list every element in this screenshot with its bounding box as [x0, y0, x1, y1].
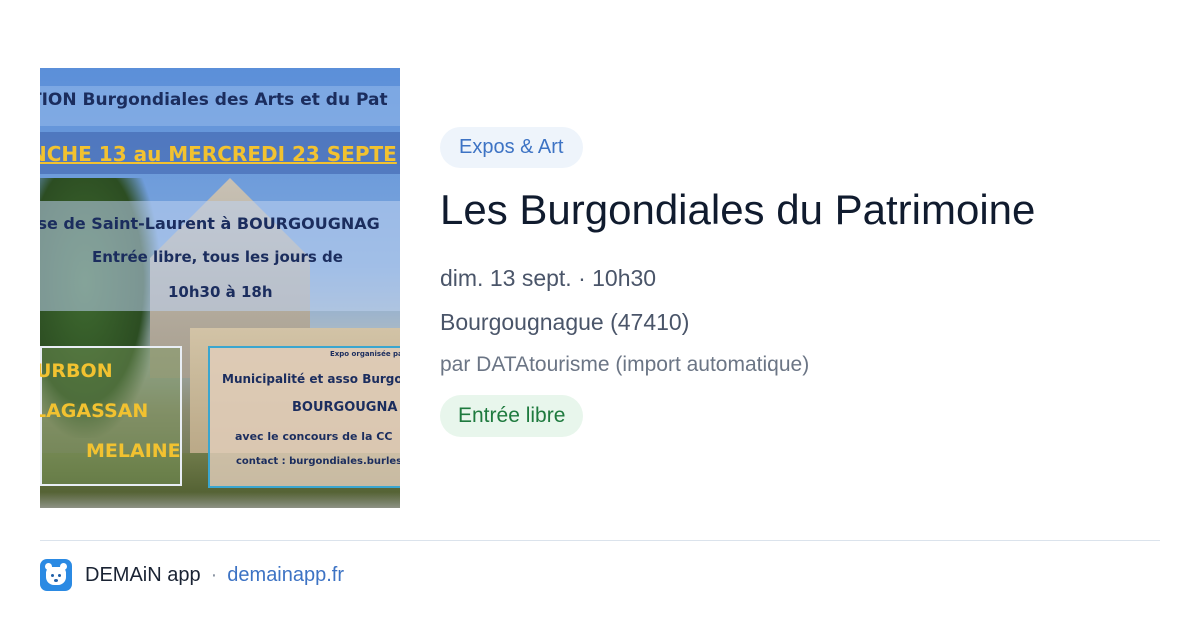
poster-text-support: avec le concours de la CC: [235, 430, 393, 443]
poster-text-title: TION Burgondiales des Arts et du Pat: [40, 90, 388, 110]
poster-text-venue: ise de Saint-Laurent à BOURGOUGNAG: [40, 214, 380, 233]
event-organizer: par DATAtourisme (import automatique): [440, 353, 810, 376]
footer-divider: [40, 540, 1160, 541]
poster-text-artist-2: LAGASSAN: [40, 400, 149, 422]
category-badge[interactable]: Expos & Art: [440, 127, 583, 168]
poster-text-hours: 10h30 à 18h: [168, 283, 273, 301]
event-location: Bourgougnague (47410): [440, 309, 690, 335]
poster-text-contact: contact : burgondiales.burlesq: [236, 456, 400, 467]
poster-text-entry: Entrée libre, tous les jours de: [92, 248, 343, 266]
event-title: Les Burgondiales du Patrimoine: [440, 186, 1036, 233]
poster-text-artist-1: URBON: [40, 360, 113, 382]
app-logo-icon: [40, 559, 72, 591]
poster-text-dates: NCHE 13 au MERCREDI 23 SEPTE: [40, 142, 397, 166]
site-link[interactable]: demainapp.fr: [227, 564, 344, 587]
event-date-time: dim. 13 sept. · 10h30: [440, 265, 657, 291]
image-shadow: [40, 492, 400, 508]
poster-text-artist-3: MELAINE: [86, 440, 181, 462]
poster-text-town: BOURGOUGNA: [292, 400, 398, 415]
poster-text-municipality: Municipalité et asso Burgon: [222, 372, 400, 386]
poster-text-organized-by: Expo organisée par: [330, 350, 400, 358]
footer-separator: ·: [210, 563, 218, 586]
app-name: DEMAiN app: [85, 563, 201, 586]
price-badge: Entrée libre: [440, 395, 584, 437]
event-image[interactable]: TION Burgondiales des Arts et du Pat NCH…: [40, 68, 400, 508]
footer: DEMAiN app · demainapp.fr: [40, 559, 344, 591]
